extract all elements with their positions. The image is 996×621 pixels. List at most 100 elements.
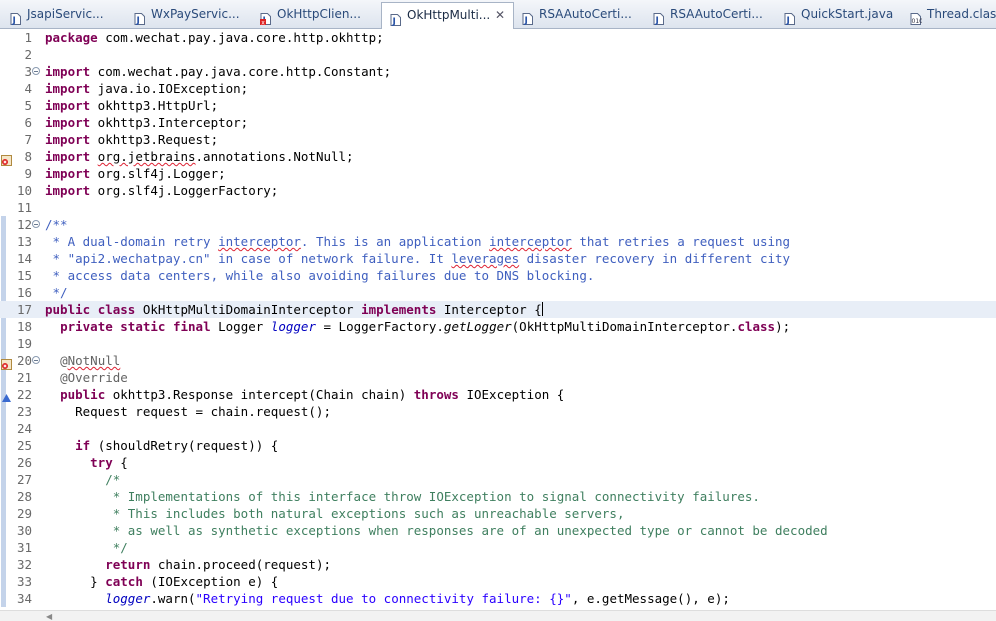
- code-line[interactable]: 2: [0, 46, 996, 63]
- fold-toggle-icon[interactable]: [32, 220, 40, 228]
- svg-text:010: 010: [912, 18, 923, 25]
- editor-tab-8[interactable]: 010 Thread.class: [902, 2, 996, 28]
- code-line[interactable]: 27 /*: [0, 471, 996, 488]
- tab-label: QuickStart.java: [801, 7, 894, 21]
- code-line[interactable]: 14 * "api2.wechatpay.cn" in case of netw…: [0, 250, 996, 267]
- code-line[interactable]: 6 import okhttp3.Interceptor;: [0, 114, 996, 131]
- code-line[interactable]: 12 /**: [0, 216, 996, 233]
- code-line[interactable]: 24: [0, 420, 996, 437]
- code-line[interactable]: 15 * access data centers, while also avo…: [0, 267, 996, 284]
- code-line[interactable]: 26 try {: [0, 454, 996, 471]
- code-text: import org.slf4j.Logger;: [45, 166, 226, 181]
- line-number: 10: [16, 183, 32, 198]
- code-text: import org.jetbrains.annotations.NotNull…: [45, 149, 354, 164]
- tab-label: OkHttpClien...: [277, 7, 361, 21]
- code-line[interactable]: 20 @NotNull: [0, 352, 996, 370]
- close-tab-icon[interactable]: ✕: [495, 3, 505, 28]
- code-line[interactable]: 10 import org.slf4j.LoggerFactory;: [0, 182, 996, 199]
- line-number: 11: [16, 200, 32, 215]
- editor-tab-3[interactable]: Jx OkHttpClien...: [252, 2, 381, 28]
- line-number: 26: [16, 455, 32, 470]
- code-line[interactable]: 23 Request request = chain.request();: [0, 403, 996, 420]
- line-number: 29: [16, 506, 32, 521]
- code-line[interactable]: 29 * This includes both natural exceptio…: [0, 505, 996, 522]
- svg-text:J: J: [786, 16, 790, 25]
- error-marker-icon[interactable]: [1, 151, 12, 166]
- tab-label: RSAAutoCerti...: [539, 7, 632, 21]
- editor-tab-5[interactable]: J RSAAutoCerti...: [514, 2, 645, 28]
- code-line[interactable]: 16 */: [0, 284, 996, 301]
- code-line[interactable]: 34 logger.warn("Retrying request due to …: [0, 590, 996, 607]
- code-line[interactable]: 5 import okhttp3.HttpUrl;: [0, 97, 996, 114]
- line-number: 2: [24, 47, 32, 62]
- code-line[interactable]: 31 */: [0, 539, 996, 556]
- code-line[interactable]: 30 * as well as synthetic exceptions whe…: [0, 522, 996, 539]
- line-number: 3: [24, 64, 32, 79]
- line-number: 21: [16, 370, 32, 385]
- code-text: import okhttp3.Interceptor;: [45, 115, 249, 130]
- error-marker-icon[interactable]: [1, 355, 12, 370]
- code-line[interactable]: 13 * A dual-domain retry interceptor. Th…: [0, 233, 996, 250]
- fold-toggle-icon[interactable]: [32, 67, 40, 75]
- line-number: 12: [16, 217, 32, 232]
- svg-text:x: x: [261, 19, 265, 25]
- code-line[interactable]: 8 import org.jetbrains.annotations.NotNul…: [0, 148, 996, 166]
- code-text: private static final Logger logger = Log…: [60, 319, 791, 334]
- code-line[interactable]: 22 public okhttp3.Response intercept(Cha…: [0, 386, 996, 403]
- code-line[interactable]: 18 private static final Logger logger = …: [0, 318, 996, 335]
- code-line[interactable]: 9 import org.slf4j.Logger;: [0, 165, 996, 182]
- tab-label: OkHttpMulti...: [407, 8, 491, 22]
- line-number: 9: [24, 166, 32, 181]
- code-line[interactable]: 11: [0, 199, 996, 216]
- code-text: * Implementations of this interface thro…: [45, 489, 760, 504]
- line-number: 30: [16, 523, 32, 538]
- fold-toggle-icon[interactable]: [32, 356, 40, 364]
- line-number: 17: [16, 302, 32, 317]
- code-line[interactable]: 1 package com.wechat.pay.java.core.http.o…: [0, 29, 996, 46]
- editor-tab-2[interactable]: J WxPayServic...: [126, 2, 252, 28]
- code-text: public class OkHttpMultiDomainIntercepto…: [45, 302, 543, 317]
- code-line[interactable]: 33 } catch (IOException e) {: [0, 573, 996, 590]
- code-text: Request request = chain.request();: [45, 404, 331, 419]
- code-text: if (shouldRetry(request)) {: [75, 438, 279, 453]
- code-text: } catch (IOException e) {: [45, 574, 279, 589]
- tab-label: RSAAutoCerti...: [670, 7, 763, 21]
- line-number: 27: [16, 472, 32, 487]
- code-text: import okhttp3.HttpUrl;: [45, 98, 219, 113]
- code-line[interactable]: 25 if (shouldRetry(request)) {: [0, 437, 996, 454]
- code-line[interactable]: 3 import com.wechat.pay.java.core.http.Co…: [0, 63, 996, 80]
- horizontal-scrollbar[interactable]: ◀: [0, 610, 996, 621]
- code-line[interactable]: 7 import okhttp3.Request;: [0, 131, 996, 148]
- line-number: 33: [16, 574, 32, 589]
- code-line[interactable]: 21 @Override: [0, 369, 996, 386]
- code-line[interactable]: 28 * Implementations of this interface t…: [0, 488, 996, 505]
- code-text: import okhttp3.Request;: [45, 132, 219, 147]
- editor-tab-1[interactable]: J JsapiServic...: [2, 2, 126, 28]
- scroll-left-arrow-icon[interactable]: ◀: [46, 612, 52, 621]
- code-text: package com.wechat.pay.java.core.http.ok…: [45, 30, 384, 45]
- code-line[interactable]: 32 return chain.proceed(request);: [0, 556, 996, 573]
- java-file-icon: J: [784, 9, 795, 26]
- class-file-icon: 010: [910, 9, 923, 25]
- java-file-error-icon: Jx: [260, 9, 271, 26]
- line-number: 16: [16, 285, 32, 300]
- override-marker-icon[interactable]: [1, 389, 12, 402]
- editor-tab-7[interactable]: J QuickStart.java: [776, 2, 902, 28]
- code-line[interactable]: 4 import java.io.IOException;: [0, 80, 996, 97]
- code-line[interactable]: 17 public class OkHttpMultiDomainIntercep…: [0, 301, 996, 318]
- code-text: import org.slf4j.LoggerFactory;: [45, 183, 279, 198]
- editor-tab-4[interactable]: J OkHttpMulti... ✕: [381, 2, 514, 29]
- code-line[interactable]: 19: [0, 335, 996, 352]
- code-text: * access data centers, while also avoidi…: [45, 268, 595, 283]
- svg-text:J: J: [524, 16, 528, 25]
- code-text: import java.io.IOException;: [45, 81, 249, 96]
- tab-label: WxPayServic...: [151, 7, 240, 21]
- line-number: 32: [16, 557, 32, 572]
- line-number: 28: [16, 489, 32, 504]
- line-number: 18: [16, 319, 32, 334]
- code-editor[interactable]: 1 package com.wechat.pay.java.core.http.o…: [0, 29, 996, 621]
- editor-tab-6[interactable]: J RSAAutoCerti...: [645, 2, 776, 28]
- java-file-icon: J: [653, 9, 664, 26]
- line-number: 1: [24, 30, 32, 45]
- java-file-icon: J: [522, 9, 533, 26]
